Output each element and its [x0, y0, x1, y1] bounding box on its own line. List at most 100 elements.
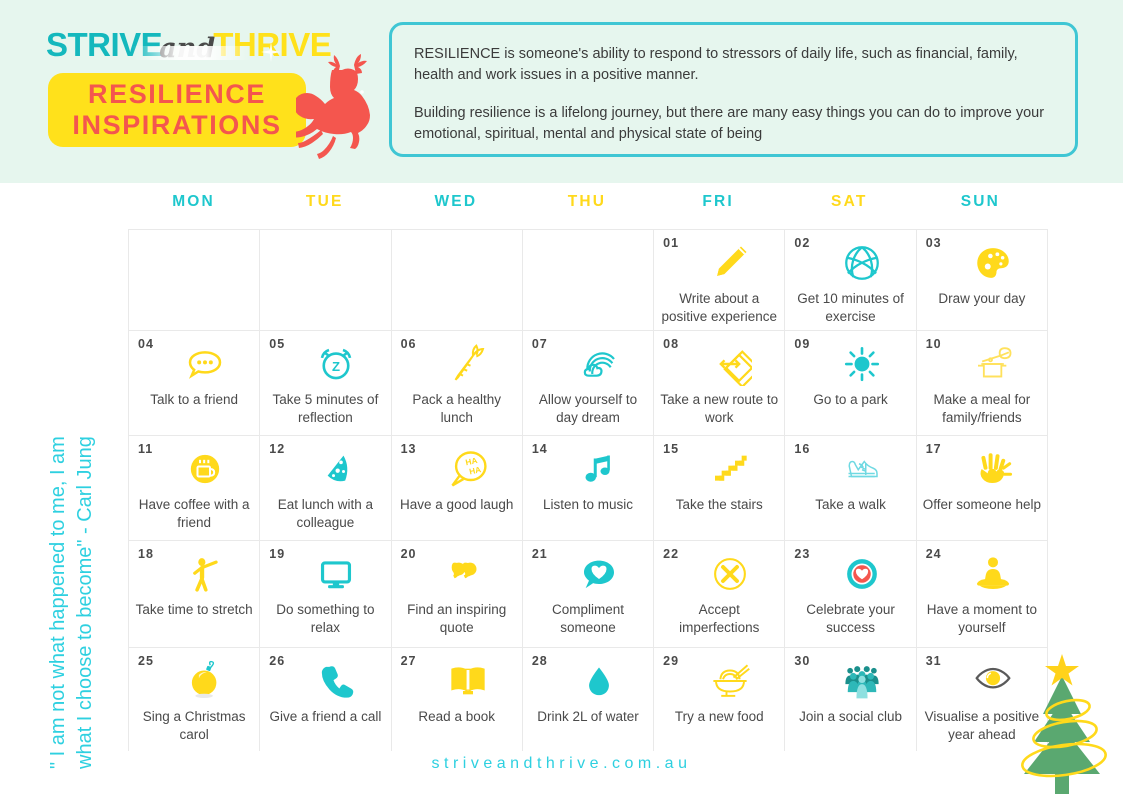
calendar-day-cell[interactable]: 25 Sing a Christmas carol: [129, 648, 260, 754]
calendar-day-cell[interactable]: 24 Have a moment to yourself: [916, 541, 1047, 647]
calendar-day-cell[interactable]: 06 Pack a healthy lunch: [391, 331, 522, 435]
calendar-day-cell[interactable]: 09 Go to a park: [785, 331, 916, 435]
day-number: 21: [531, 547, 548, 561]
activity-label: Take time to stretch: [135, 602, 253, 617]
day-number: 07: [531, 337, 548, 351]
calendar-day-cell[interactable]: 12 Eat lunch with a colleague: [260, 436, 391, 540]
calendar-day-cell[interactable]: 21 Compliment someone: [522, 541, 654, 647]
activity-label: Take the stairs: [675, 497, 763, 512]
calendar-day-cell[interactable]: 14 Listen to music: [522, 436, 654, 540]
activity-label: Talk to a friend: [150, 392, 239, 407]
day-number: 04: [138, 337, 154, 351]
svg-text:HA: HA: [468, 465, 482, 476]
day-number: 22: [663, 547, 680, 561]
activity-label: Listen to music: [542, 497, 634, 512]
activity-label: Join a social club: [799, 709, 902, 724]
activity-label: Offer someone help: [922, 497, 1042, 512]
calendar-day-cell[interactable]: 05 Z Take 5 minutes of reflection: [260, 331, 391, 435]
activity-label: Make a meal for family/friends: [933, 392, 1031, 425]
activity-label: Eat lunch with a colleague: [277, 497, 374, 530]
activity-label: Take a walk: [815, 497, 886, 512]
calendar-dayname-tue: TUE: [305, 193, 344, 210]
calendar-day-cell[interactable]: 17 Offer someone help: [916, 436, 1047, 540]
day-number: 31: [925, 654, 942, 668]
reindeer-icon: [296, 54, 370, 159]
calendar-empty-cell: [129, 230, 260, 330]
calendar-day-cell[interactable]: 08 Take a new route to work: [654, 331, 785, 435]
activity-label: Write about a positive experience: [661, 291, 778, 324]
quote-line-1: " I am not what happened to me, I am: [47, 436, 69, 769]
activity-label: Sing a Christmas carol: [142, 709, 246, 742]
calendar-day-cell[interactable]: 03 Draw your day: [916, 230, 1047, 330]
day-number: 15: [663, 442, 680, 456]
calendar-day-cell[interactable]: 30 Join a social club: [785, 648, 916, 754]
brand-logo: STRIVE and THRIVE: [46, 26, 332, 64]
day-number: 23: [794, 547, 811, 561]
calendar-day-cell[interactable]: 02 Get 10 minutes of exercise: [785, 230, 916, 330]
activity-label: Give a friend a call: [269, 709, 382, 724]
calendar-dayname-thu: THU: [567, 193, 607, 210]
day-number: 11: [138, 442, 154, 456]
day-number: 20: [400, 547, 417, 561]
day-number: 10: [925, 337, 942, 351]
day-number: 17: [925, 442, 942, 456]
calendar-day-cell[interactable]: 01 Write about a positive experience: [654, 230, 785, 330]
calendar-day-cell[interactable]: 18 Take time to stretch: [129, 541, 260, 647]
activity-label: Go to a park: [813, 392, 888, 407]
calendar-day-cell[interactable]: 10 Make a meal for family/friends: [916, 331, 1047, 435]
calendar-day-cell[interactable]: 11 Have coffee with a friend: [129, 436, 260, 540]
calendar-day-cell[interactable]: 27 Read a book: [391, 648, 522, 754]
quote-line-2: what I choose to become" - Carl Jung: [74, 436, 96, 769]
day-number: 14: [531, 442, 548, 456]
activity-label: Have coffee with a friend: [138, 497, 250, 530]
svg-text:Z: Z: [332, 359, 340, 374]
activity-label: Drink 2L of water: [537, 709, 639, 724]
activity-label: Do something to relax: [276, 602, 375, 635]
calendar-day-cell[interactable]: 22 Accept imperfections: [654, 541, 785, 647]
calendar-day-cell[interactable]: 29 Try a new food: [654, 648, 785, 754]
activity-label: Have a good laugh: [400, 497, 514, 512]
calendar-day-cell[interactable]: 15 Take the stairs: [654, 436, 785, 540]
poster-page: STRIVE and THRIVE RESILIENCE INSPIRATIONS …: [0, 0, 1123, 794]
page-title: RESILIENCE INSPIRATIONS: [48, 73, 306, 147]
calendar-day-cell[interactable]: 20 Find an inspiring quote: [391, 541, 522, 647]
calendar-dayname-sat: SAT: [831, 193, 868, 210]
page-title-line1: RESILIENCE: [87, 79, 267, 109]
calendar-day-cell[interactable]: 23 Celebrate your success: [785, 541, 916, 647]
day-number: 09: [794, 337, 811, 351]
activity-label: Try a new food: [674, 709, 764, 724]
day-number: 19: [269, 547, 286, 561]
description-paragraph-2: Building resilience is a lifelong journe…: [414, 105, 1045, 142]
day-number: 06: [400, 337, 417, 351]
calendar-day-cell[interactable]: 13 HA HA Have a good laugh: [391, 436, 522, 540]
calendar-day-cell[interactable]: 19 Do something to relax: [260, 541, 391, 647]
activity-label: Get 10 minutes of exercise: [797, 291, 904, 324]
day-number: 26: [269, 654, 286, 668]
day-number: 13: [400, 442, 417, 456]
description-card: RESILIENCE is someone's ability to respo…: [389, 22, 1078, 157]
logo-strive-text: STRIVE: [46, 26, 163, 63]
activity-label: Find an inspiring quote: [407, 602, 507, 635]
activity-label: Take a new route to work: [660, 392, 779, 425]
calendar-grid: 01 Write about a positive experience 02 Get…: [128, 229, 1048, 754]
calendar-day-cell[interactable]: 04 Talk to a friend: [129, 331, 260, 435]
calendar-day-cell[interactable]: 26 Give a friend a call: [260, 648, 391, 754]
activity-label: Draw your day: [938, 291, 1026, 306]
activity-label: Take 5 minutes of reflection: [272, 392, 379, 425]
day-number: 27: [400, 654, 417, 668]
calendar-day-cell[interactable]: 28 Drink 2L of water: [522, 648, 654, 754]
day-number: 16: [794, 442, 811, 456]
footer-website[interactable]: striveandthrive.com.au: [0, 755, 1123, 773]
calendar-day-headers: MON TUE WED THU FRI SAT SUN: [128, 193, 1046, 223]
logo-and-text: and: [159, 33, 216, 64]
calendar-dayname-fri: FRI: [702, 193, 734, 210]
activity-label: Accept imperfections: [679, 602, 760, 635]
calendar-day-cell[interactable]: 07 Allow yourself to day dream: [522, 331, 654, 435]
activity-label: Compliment someone: [551, 602, 624, 635]
day-number: 30: [794, 654, 811, 668]
day-number: 24: [925, 547, 942, 561]
day-number: 05: [269, 337, 286, 351]
calendar-dayname-sun: SUN: [960, 193, 1001, 210]
calendar-day-cell[interactable]: 16 Take a walk: [785, 436, 916, 540]
description-paragraph-1: RESILIENCE is someone's ability to respo…: [414, 46, 1018, 83]
